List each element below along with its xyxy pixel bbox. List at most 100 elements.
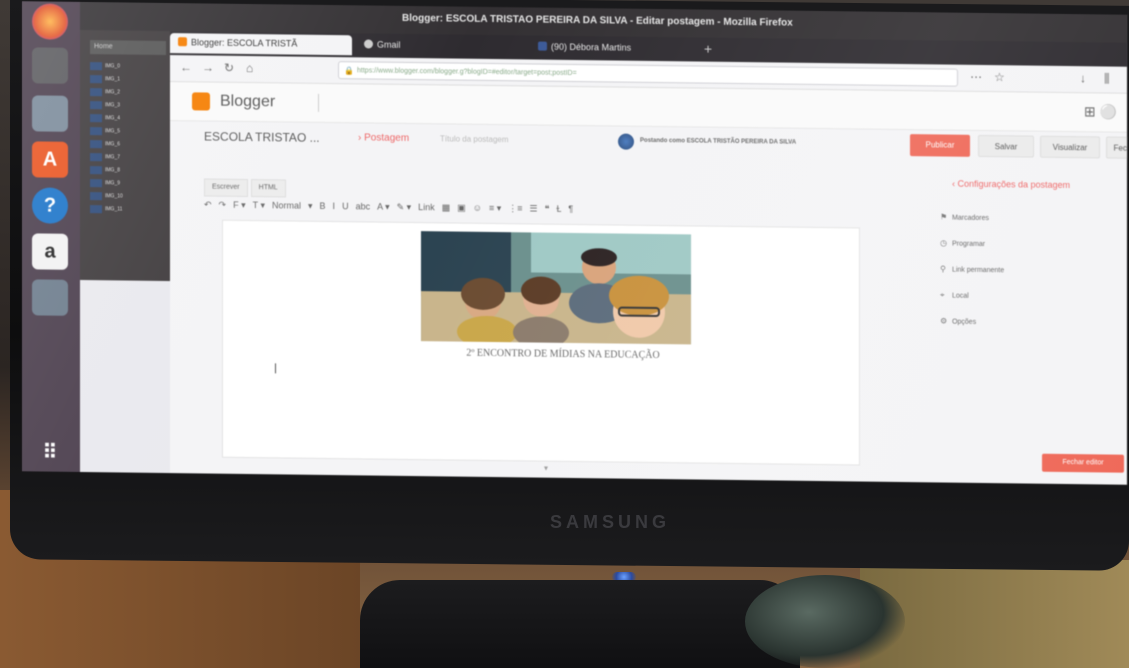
image-file-icon [90, 113, 102, 122]
toolbar-button[interactable]: ↶ [204, 199, 212, 209]
list-item-label: IMG_8 [105, 166, 121, 173]
lock-icon: 🔒 [344, 66, 354, 76]
close-button[interactable]: Fechar [1106, 136, 1127, 159]
labels-setting[interactable]: ⚑ Marcadores [940, 212, 989, 222]
reload-icon[interactable]: ↻ [224, 61, 234, 75]
save-button[interactable]: Salvar [978, 134, 1034, 158]
toolbar-button[interactable]: ☰ [529, 203, 537, 213]
photo-caption: 2º ENCONTRO DE MÍDIAS NA EDUCAÇÃO [466, 347, 660, 362]
toolbar-button[interactable]: Ɫ [556, 204, 561, 214]
apps-grid-icon[interactable]: ⠿ [32, 433, 68, 469]
post-settings-title[interactable]: ‹ Configurações da postagem [952, 179, 1070, 190]
list-item[interactable]: IMG_6 [90, 138, 168, 150]
file-manager-header[interactable]: Home [90, 40, 166, 56]
post-editor[interactable]: 2º ENCONTRO DE MÍDIAS NA EDUCAÇÃO [222, 219, 860, 466]
blog-title[interactable]: ESCOLA TRISTAO ... [204, 129, 320, 144]
setting-label: Marcadores [952, 214, 989, 223]
list-item[interactable]: IMG_8 [90, 164, 168, 176]
toolbar-button[interactable]: A ▾ [377, 202, 390, 212]
software-center-icon[interactable]: A [32, 141, 68, 178]
list-item[interactable]: IMG_1 [90, 73, 168, 85]
post-title-input[interactable]: Título da postagem [440, 134, 508, 144]
image-file-icon [90, 178, 102, 187]
firefox-icon[interactable] [32, 3, 68, 40]
image-file-icon [90, 165, 102, 174]
tab-compose[interactable]: Escrever [204, 178, 248, 198]
image-file-icon [90, 204, 102, 213]
permalink-setting[interactable]: ⚲ Link permanente [940, 264, 1004, 274]
apps-icon[interactable]: ⊞ ⚪ [1084, 103, 1117, 120]
scroll-indicator-icon[interactable]: ▾ [544, 464, 548, 473]
toolbar-button[interactable]: ¶ [568, 204, 573, 214]
toolbar-button[interactable]: ▾ [308, 201, 313, 211]
toolbar-button[interactable]: ✎ ▾ [397, 202, 412, 212]
library-icon[interactable]: ⫼ [1104, 71, 1110, 86]
toolbar-button[interactable]: U [342, 201, 349, 211]
toolbar-button[interactable]: F ▾ [233, 200, 246, 210]
options-setting[interactable]: ⚙ Opções [940, 316, 976, 325]
list-item[interactable]: IMG_9 [90, 177, 168, 189]
url-text: https://www.blogger.com/blogger.g?blogID… [357, 67, 577, 78]
close-editor-button[interactable]: Fechar editor [1042, 453, 1124, 473]
page-actions-icon[interactable]: ⋯ [970, 70, 982, 84]
editor-mode-tabs: Escrever HTML [204, 175, 289, 198]
post-photo[interactable] [421, 231, 691, 345]
breadcrumb: › Postagem [358, 132, 410, 144]
list-item[interactable]: IMG_11 [90, 203, 168, 215]
image-file-icon [90, 87, 102, 96]
toolbar-button[interactable]: ❝ [545, 204, 550, 214]
list-item[interactable]: IMG_10 [90, 190, 168, 202]
toolbar-button[interactable]: ⋮≡ [508, 203, 522, 213]
list-item-label: IMG_5 [105, 127, 121, 134]
blogger-logo-icon[interactable] [192, 92, 210, 111]
back-icon[interactable]: ← [180, 60, 192, 74]
drive-icon[interactable] [32, 279, 68, 316]
bookmark-star-icon[interactable]: ☆ [994, 70, 1005, 84]
amazon-icon[interactable]: a [32, 233, 68, 270]
toolbar-button[interactable]: I [333, 201, 336, 211]
list-item[interactable]: IMG_5 [90, 125, 168, 137]
image-file-icon [90, 74, 102, 83]
download-icon[interactable]: ↓ [1080, 71, 1086, 85]
list-item[interactable]: IMG_2 [90, 86, 168, 98]
files-icon[interactable] [32, 47, 68, 84]
toolbar-button[interactable]: Link [418, 202, 435, 212]
location-setting[interactable]: ⌖ Local [940, 290, 969, 300]
tab-blogger[interactable]: Blogger: ESCOLA TRISTÃ [170, 33, 352, 56]
toolbar-button[interactable]: Normal [272, 200, 301, 210]
toolbar-button[interactable]: abc [356, 201, 371, 211]
list-item-label: IMG_1 [105, 75, 121, 82]
clock-icon: ◷ [940, 238, 947, 248]
home-icon[interactable]: ⌂ [246, 61, 253, 75]
toolbar-button[interactable]: T ▾ [253, 200, 265, 210]
blogger-name[interactable]: Blogger [220, 93, 275, 112]
toolbar-button[interactable]: ☺ [473, 203, 482, 213]
files-icon[interactable] [32, 95, 68, 132]
window-title: Blogger: ESCOLA TRISTAO PEREIRA DA SILVA… [402, 12, 793, 29]
tab-html[interactable]: HTML [250, 179, 286, 198]
link-icon: ⚲ [940, 264, 946, 274]
list-item[interactable]: IMG_3 [90, 99, 168, 111]
schedule-setting[interactable]: ◷ Programar [940, 238, 985, 248]
toolbar-button[interactable]: ≡ ▾ [489, 203, 501, 213]
tab-facebook[interactable]: (90) Débora Martins [530, 37, 700, 59]
help-icon[interactable]: ? [32, 187, 68, 224]
photo-scene: SAMSUNG Blogger: ESCOLA TRISTAO PEREIRA … [0, 0, 1129, 668]
gear-icon: ⚙ [940, 316, 948, 326]
location-icon: ⌖ [940, 290, 945, 300]
list-item[interactable]: IMG_4 [90, 112, 168, 124]
publish-button[interactable]: Publicar [910, 134, 970, 157]
toolbar-button[interactable]: ↷ [219, 200, 227, 210]
toolbar-button[interactable]: ▦ [442, 202, 451, 212]
list-item[interactable]: IMG_7 [90, 151, 168, 163]
cable-bundle [745, 575, 905, 668]
list-item-label: IMG_9 [105, 179, 121, 186]
new-tab-button[interactable]: + [704, 41, 712, 57]
tab-gmail[interactable]: Gmail [356, 35, 528, 57]
toolbar-button[interactable]: B [320, 201, 326, 211]
list-item[interactable]: IMG_0 [90, 60, 168, 72]
preview-button[interactable]: Visualizar [1040, 135, 1100, 159]
toolbar-button[interactable]: ▣ [457, 203, 466, 213]
url-bar[interactable]: 🔒 https://www.blogger.com/blogger.g?blog… [338, 61, 958, 87]
forward-icon[interactable]: → [202, 60, 214, 74]
